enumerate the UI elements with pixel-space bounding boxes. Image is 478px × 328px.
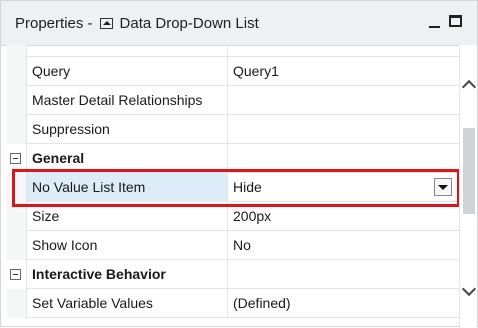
property-row-show-icon[interactable]: Show Icon No bbox=[7, 231, 459, 260]
property-name: Query bbox=[27, 57, 228, 85]
section-label: General bbox=[27, 144, 228, 172]
property-value[interactable]: (Defined) bbox=[228, 289, 459, 317]
section-general[interactable]: General bbox=[7, 144, 459, 173]
properties-panel: Properties - Data Drop-Down List Query Q… bbox=[0, 0, 478, 328]
property-value[interactable]: Query1 bbox=[228, 57, 459, 85]
property-row-partial bbox=[7, 45, 459, 57]
panel-title-prefix: Properties - bbox=[15, 14, 93, 32]
property-row-size[interactable]: Size 200px bbox=[7, 202, 459, 231]
dropdown-list-icon bbox=[99, 17, 113, 29]
property-value[interactable] bbox=[228, 115, 459, 143]
property-grid: Query Query1 Master Detail Relationships… bbox=[7, 45, 459, 328]
property-name: Size bbox=[27, 202, 228, 230]
minimize-button[interactable] bbox=[428, 15, 442, 29]
property-name: Master Detail Relationships bbox=[27, 86, 228, 114]
property-row-suppression[interactable]: Suppression bbox=[7, 115, 459, 144]
property-row-query[interactable]: Query Query1 bbox=[7, 57, 459, 86]
scrollbar-thumb[interactable] bbox=[463, 128, 475, 214]
panel-title-name: Data Drop-Down List bbox=[119, 14, 259, 32]
property-name: Suppression bbox=[27, 115, 228, 143]
property-name: Set Variable Values bbox=[27, 289, 228, 317]
property-name: No Value List Item bbox=[27, 173, 228, 201]
vertical-scrollbar[interactable] bbox=[459, 45, 477, 328]
panel-titlebar: Properties - Data Drop-Down List bbox=[1, 1, 477, 46]
selected-value: Hide bbox=[233, 179, 262, 195]
section-label: Interactive Behavior bbox=[27, 260, 228, 288]
property-value[interactable] bbox=[228, 86, 459, 114]
property-value[interactable]: No bbox=[228, 231, 459, 259]
scroll-down-icon[interactable] bbox=[463, 286, 475, 296]
collapse-icon[interactable] bbox=[10, 269, 21, 280]
property-row-set-variable-values[interactable]: Set Variable Values (Defined) bbox=[7, 289, 459, 318]
property-row-no-value-list-item[interactable]: No Value List Item Hide bbox=[7, 173, 459, 202]
scroll-up-icon[interactable] bbox=[463, 79, 475, 89]
maximize-button[interactable] bbox=[449, 15, 462, 27]
property-name: Show Icon bbox=[27, 231, 228, 259]
panel-title: Properties - Data Drop-Down List bbox=[15, 15, 259, 32]
dropdown-arrow-icon[interactable] bbox=[434, 178, 452, 196]
collapse-icon[interactable] bbox=[10, 153, 21, 164]
property-value[interactable]: 200px bbox=[228, 202, 459, 230]
property-value-select[interactable]: Hide bbox=[228, 173, 459, 201]
property-row-master-detail[interactable]: Master Detail Relationships bbox=[7, 86, 459, 115]
section-interactive-behavior[interactable]: Interactive Behavior bbox=[7, 260, 459, 289]
